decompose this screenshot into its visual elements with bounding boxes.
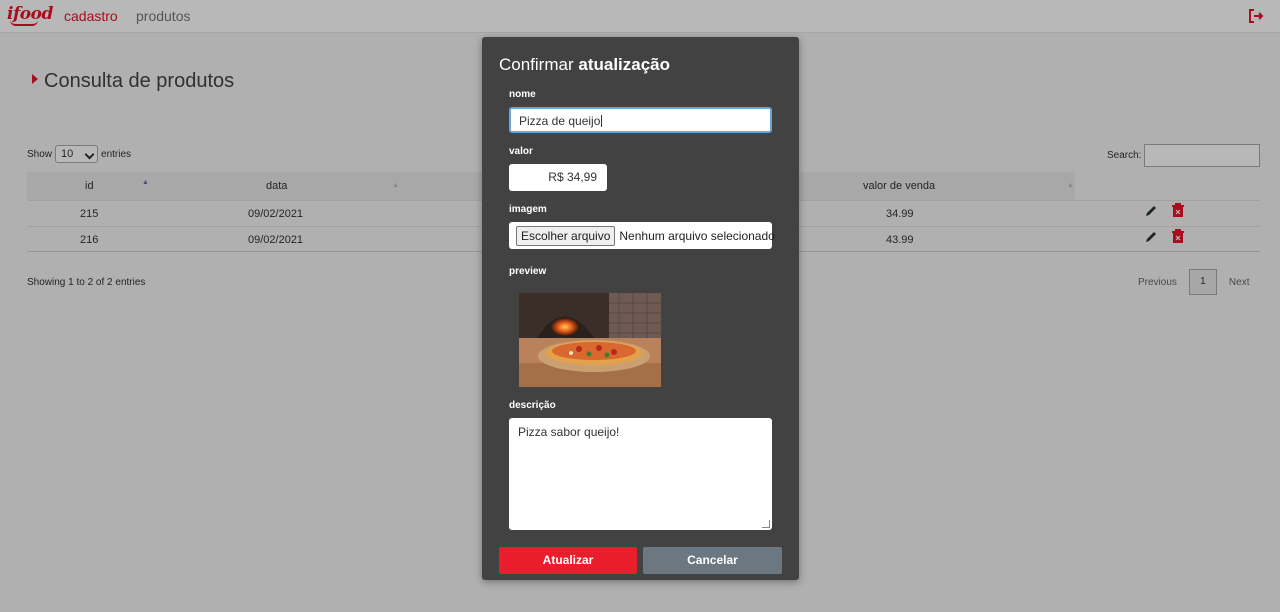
choose-file-button[interactable]: Escolher arquivo (516, 225, 616, 246)
descricao-label: descrição (509, 400, 556, 411)
modal-title-bold: atualização (578, 55, 671, 74)
update-confirm-modal: Confirmar atualização nome Pizza de quei… (482, 37, 799, 580)
valor-label: valor (509, 146, 533, 157)
atualizar-button[interactable]: Atualizar (499, 547, 637, 574)
nome-value: Pizza de queijo (519, 114, 601, 128)
cancelar-button[interactable]: Cancelar (643, 547, 782, 574)
product-preview-image (519, 293, 661, 387)
modal-title-plain: Confirmar (499, 55, 579, 74)
modal-title: Confirmar atualização (499, 55, 670, 75)
imagem-file-input: Escolher arquivo Nenhum arquivo selecion… (509, 222, 775, 249)
descricao-textarea[interactable]: Pizza sabor queijo! (509, 418, 772, 530)
preview-label: preview (509, 266, 547, 277)
valor-input[interactable]: R$ 34,99 (509, 164, 607, 191)
nome-label: nome (509, 89, 536, 100)
resize-handle[interactable] (762, 520, 770, 528)
descricao-value: Pizza sabor queijo! (518, 425, 620, 439)
text-cursor (601, 115, 603, 127)
nome-input[interactable]: Pizza de queijo (509, 107, 772, 133)
imagem-label: imagem (509, 204, 547, 215)
file-status-text: Nenhum arquivo selecionado (619, 228, 775, 243)
